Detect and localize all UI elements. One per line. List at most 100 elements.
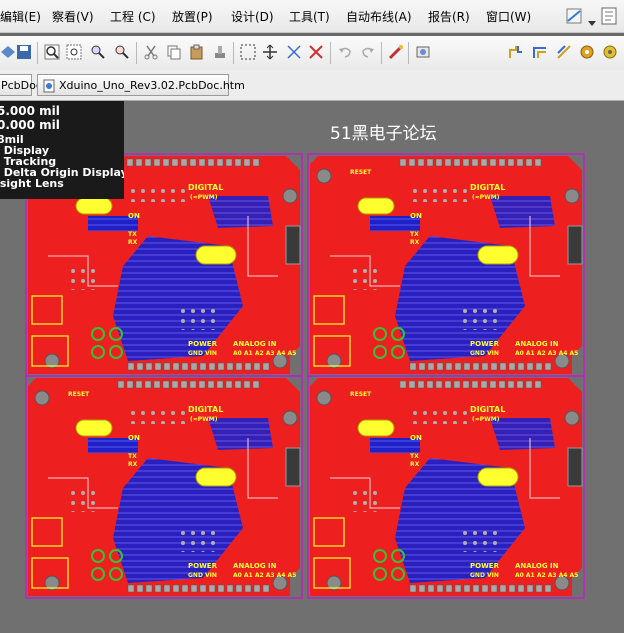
interactive-route-icon[interactable] bbox=[508, 44, 524, 60]
menu-view[interactable]: 察看(V) bbox=[52, 8, 94, 25]
header-pad bbox=[225, 158, 233, 167]
on-label: ON bbox=[410, 434, 422, 442]
header-pad bbox=[199, 584, 207, 593]
header-pad bbox=[180, 380, 188, 389]
multi-route-icon[interactable] bbox=[556, 44, 572, 60]
header-pad bbox=[471, 380, 479, 389]
header-pad bbox=[525, 380, 533, 389]
header-pad bbox=[498, 158, 506, 167]
zoom-area-icon[interactable] bbox=[66, 44, 82, 60]
tab-pcbdoc[interactable]: PcbDoc bbox=[0, 74, 42, 96]
header-pad bbox=[435, 380, 443, 389]
zoom-fit-icon[interactable] bbox=[44, 44, 60, 60]
header-pad bbox=[135, 158, 143, 167]
header-pad bbox=[534, 158, 542, 167]
header-pad bbox=[208, 362, 216, 371]
crystal-silkscreen bbox=[195, 245, 237, 265]
crystal-silkscreen bbox=[477, 467, 519, 487]
chevron-down-icon[interactable] bbox=[588, 12, 596, 31]
reset-label: RESET bbox=[68, 391, 90, 398]
tab-xduino-htm[interactable]: Xduino_Uno_Rev3.02.PcbDoc.htm bbox=[37, 74, 245, 96]
header-pad bbox=[162, 158, 170, 167]
zoom-selected-icon[interactable] bbox=[90, 44, 106, 60]
digital-label: DIGITAL bbox=[188, 183, 223, 192]
header-pad bbox=[498, 380, 506, 389]
menu-edit[interactable]: 编辑(E) bbox=[0, 8, 41, 25]
reset-label: RESET bbox=[350, 391, 372, 398]
redo-icon[interactable] bbox=[360, 44, 376, 60]
menu-place[interactable]: 放置(P) bbox=[172, 8, 213, 25]
hud-dy: 0.000 mil bbox=[0, 118, 60, 132]
place-pad-icon[interactable] bbox=[579, 44, 595, 60]
header-pad bbox=[145, 584, 153, 593]
rubber-stamp-icon[interactable] bbox=[212, 44, 228, 60]
header-pad bbox=[153, 380, 161, 389]
menu-project[interactable]: 工程 (C) bbox=[110, 8, 156, 25]
smd-pads bbox=[460, 528, 500, 552]
select-area-icon[interactable] bbox=[240, 44, 256, 60]
open-icon[interactable] bbox=[0, 44, 16, 60]
header-pad bbox=[199, 362, 207, 371]
header-pad bbox=[544, 584, 552, 593]
diff-pair-route-icon[interactable] bbox=[532, 44, 548, 60]
undo-icon[interactable] bbox=[337, 44, 353, 60]
header-pad bbox=[172, 362, 180, 371]
save-icon[interactable] bbox=[16, 44, 32, 60]
bottom-layer-tracks bbox=[490, 418, 555, 450]
clear-icon[interactable] bbox=[308, 44, 324, 60]
html-document-icon bbox=[42, 79, 56, 93]
header-pad bbox=[235, 584, 243, 593]
header-pad bbox=[181, 584, 189, 593]
menu-reports[interactable]: 报告(R) bbox=[428, 8, 470, 25]
mounting-hole bbox=[34, 390, 50, 406]
header-pad bbox=[508, 362, 516, 371]
header-pad bbox=[171, 380, 179, 389]
smd-pads bbox=[128, 186, 188, 202]
copy-icon[interactable] bbox=[166, 44, 182, 60]
header-pad bbox=[135, 380, 143, 389]
header-pad bbox=[436, 584, 444, 593]
header-pad bbox=[480, 158, 488, 167]
header-pad bbox=[252, 158, 260, 167]
menu-design[interactable]: 设计(D) bbox=[231, 8, 274, 25]
header-pad bbox=[190, 584, 198, 593]
bottom-layer-tracks bbox=[208, 196, 273, 228]
icsp-header bbox=[567, 447, 583, 487]
header-pad bbox=[234, 380, 242, 389]
header-pad bbox=[444, 380, 452, 389]
cut-icon[interactable] bbox=[143, 44, 159, 60]
measure-icon[interactable] bbox=[564, 6, 584, 26]
place-via-icon[interactable] bbox=[602, 44, 618, 60]
rx-label: RX bbox=[128, 461, 138, 468]
mounting-hole bbox=[282, 188, 298, 204]
header-pad bbox=[207, 380, 215, 389]
header-pad bbox=[454, 362, 462, 371]
header-pad bbox=[154, 584, 162, 593]
paste-icon[interactable] bbox=[189, 44, 205, 60]
menu-window[interactable]: 窗口(W) bbox=[486, 8, 531, 25]
move-icon[interactable] bbox=[262, 44, 278, 60]
header-pad bbox=[435, 158, 443, 167]
zoom-conflict-icon[interactable] bbox=[114, 44, 130, 60]
cross-probe-icon[interactable] bbox=[388, 44, 404, 60]
header-pad bbox=[144, 158, 152, 167]
header-pad bbox=[244, 584, 252, 593]
bottom-layer-tracks bbox=[208, 418, 273, 450]
header-pad bbox=[253, 362, 261, 371]
pcb-board-3: DIGITAL (≈PWM) POWER ANALOG IN GND VIN A0 A1 … bbox=[25, 375, 303, 599]
component-library-icon[interactable] bbox=[415, 44, 431, 60]
pcb-icon[interactable] bbox=[600, 6, 618, 26]
header-pad bbox=[516, 158, 524, 167]
menu-tools[interactable]: 工具(T) bbox=[289, 8, 330, 25]
pwm-label: (≈PWM) bbox=[472, 194, 500, 201]
menu-autoroute[interactable]: 自动布线(A) bbox=[346, 8, 412, 25]
mounting-hole bbox=[316, 168, 332, 184]
header-pad bbox=[436, 362, 444, 371]
icsp-header bbox=[567, 225, 583, 265]
tx-label: TX bbox=[410, 453, 419, 460]
deselect-icon[interactable] bbox=[286, 44, 302, 60]
tab-pcbdoc-label: PcbDoc bbox=[1, 79, 42, 92]
smd-pads bbox=[178, 528, 218, 552]
hud-insight-lens: nsight Lens bbox=[0, 177, 64, 190]
pcb-workspace[interactable]: DIGITAL (≈PWM) POWER ANALOG IN GND VIN A0 A1 … bbox=[0, 101, 624, 633]
